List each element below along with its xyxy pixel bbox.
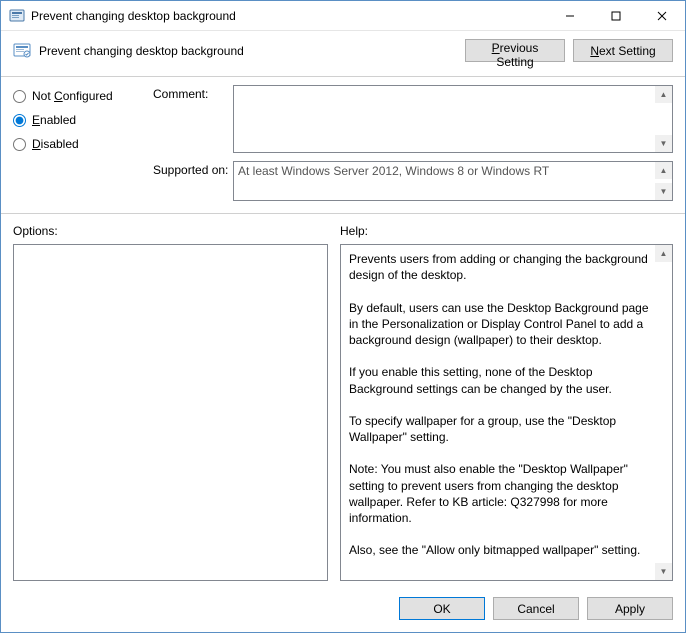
scroll-up-icon[interactable]: ▲ [655,86,672,103]
previous-setting-button[interactable]: Previous Setting [465,39,565,62]
header-row: Prevent changing desktop background Prev… [1,31,685,77]
supported-textbox: At least Windows Server 2012, Windows 8 … [233,161,673,201]
state-radio-group: Not Configured Enabled Disabled [13,85,153,209]
policy-app-icon [9,8,25,24]
radio-not-configured[interactable]: Not Configured [13,89,153,103]
scroll-up-icon[interactable]: ▲ [655,245,672,262]
comment-label: Comment: [153,85,233,153]
policy-title: Prevent changing desktop background [39,44,457,58]
top-area: Not Configured Enabled Disabled Comment:… [1,77,685,214]
ok-button[interactable]: OK [399,597,485,620]
next-setting-button[interactable]: Next Setting [573,39,673,62]
supported-label: Supported on: [153,161,233,201]
scroll-down-icon[interactable]: ▼ [655,563,672,580]
policy-icon [13,42,31,60]
cancel-button[interactable]: Cancel [493,597,579,620]
help-label: Help: [340,224,673,238]
radio-enabled[interactable]: Enabled [13,113,153,127]
help-text: Prevents users from adding or changing t… [341,245,672,565]
titlebar: Prevent changing desktop background [1,1,685,31]
radio-disabled[interactable]: Disabled [13,137,153,151]
radio-not-configured-input[interactable] [13,90,26,103]
scroll-up-icon[interactable]: ▲ [655,162,672,179]
options-label: Options: [13,224,328,238]
minimize-button[interactable] [547,1,593,31]
close-button[interactable] [639,1,685,31]
scroll-down-icon[interactable]: ▼ [655,183,672,200]
comment-textbox[interactable]: ▲ ▼ [233,85,673,153]
maximize-button[interactable] [593,1,639,31]
apply-button[interactable]: Apply [587,597,673,620]
lower-area: Options: Help: Prevents users from addin… [1,214,685,589]
window-title: Prevent changing desktop background [31,9,547,23]
comment-value [234,86,672,90]
radio-disabled-input[interactable] [13,138,26,151]
radio-enabled-input[interactable] [13,114,26,127]
options-panel [13,244,328,581]
dialog-button-row: OK Cancel Apply [1,589,685,632]
scroll-down-icon[interactable]: ▼ [655,135,672,152]
supported-value: At least Windows Server 2012, Windows 8 … [234,162,672,180]
help-panel: Prevents users from adding or changing t… [340,244,673,581]
